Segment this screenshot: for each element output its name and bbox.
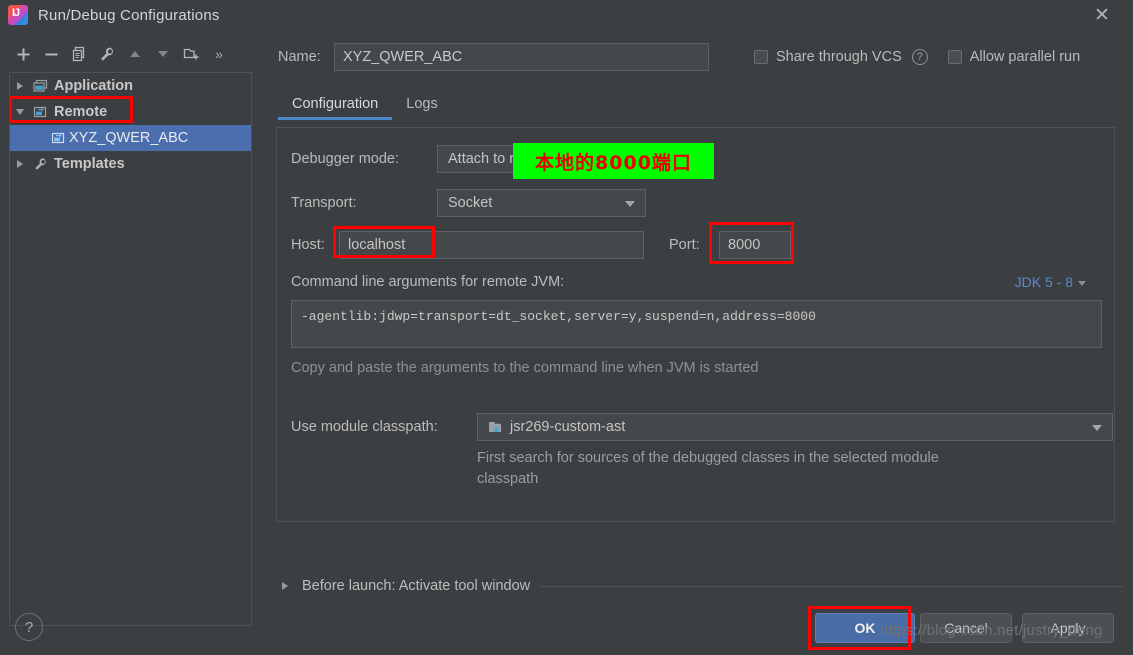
sidebar-item-label: Application [54, 78, 133, 94]
name-label: Name: [278, 49, 321, 65]
before-launch-label: Before launch: Activate tool window [302, 578, 531, 594]
transport-value: Socket [448, 195, 493, 211]
allow-parallel-run-checkbox[interactable] [947, 50, 962, 64]
wrench-icon [30, 157, 50, 171]
share-through-vcs-label: Share through VCS [776, 49, 902, 65]
module-classpath-select[interactable]: jsr269-custom-ast [477, 413, 1113, 441]
transport-select[interactable]: Socket [437, 189, 646, 217]
sidebar-item-label: Remote [54, 104, 108, 120]
port-input[interactable]: 8000 [719, 231, 791, 259]
sidebar-item-xyz-qwer-abc[interactable]: XYZ_QWER_ABC [10, 125, 251, 151]
name-row: Name: XYZ_QWER_ABC Share through VCS ? A… [278, 42, 1128, 72]
chevron-down-icon [1078, 280, 1086, 286]
module-classpath-description: First search for sources of the debugged… [477, 450, 939, 487]
port-value: 8000 [728, 237, 761, 253]
allow-parallel-run-label: Allow parallel run [969, 49, 1081, 65]
args-header-row: Command line arguments for remote JVM: J… [291, 274, 1102, 296]
tab-label: Logs [406, 96, 438, 112]
host-input[interactable]: localhost [339, 231, 644, 259]
triangle-right-icon[interactable] [10, 160, 30, 168]
args-hint-text: Copy and paste the arguments to the comm… [291, 360, 759, 376]
configurations-sidebar: » Application Remote XYZ_QWER_ABC Templa… [0, 30, 262, 626]
tab-label: Configuration [292, 96, 379, 112]
run-debug-configurations-dialog: IJ Run/Debug Configurations ✕ » Applicat… [0, 0, 1133, 655]
tab-configuration[interactable]: Configuration [278, 96, 393, 120]
sidebar-item-label: XYZ_QWER_ABC [69, 130, 189, 146]
debugger-mode-label: Debugger mode: [291, 151, 400, 167]
before-launch-divider [540, 585, 1123, 587]
configurations-tree[interactable]: Application Remote XYZ_QWER_ABC Template… [9, 72, 252, 626]
triangle-right-icon[interactable] [278, 582, 292, 590]
before-launch-section[interactable]: Before launch: Activate tool window [278, 578, 1123, 594]
help-button[interactable]: ? [15, 613, 43, 641]
chevron-down-icon [625, 201, 635, 207]
tab-logs[interactable]: Logs [392, 96, 451, 120]
command-line-arguments-textarea[interactable]: -agentlib:jdwp=transport=dt_socket,serve… [291, 300, 1102, 348]
arrow-down-icon[interactable] [150, 41, 176, 67]
host-value: localhost [348, 237, 406, 253]
share-through-vcs-checkbox[interactable] [754, 50, 768, 64]
logo-text: IJ [12, 7, 20, 19]
transport-row: Transport: Socket [291, 189, 646, 217]
annotation-note-local-port: 本地的8000端口 [513, 143, 714, 179]
intellij-logo-icon: IJ [8, 5, 28, 25]
chevron-down-icon [1092, 425, 1102, 431]
triangle-down-icon[interactable] [10, 109, 30, 115]
remote-icon [30, 105, 50, 119]
question-mark-icon[interactable]: ? [911, 49, 928, 65]
tab-bar: Configuration Logs [278, 88, 1128, 120]
watermark-text: https://blog.csdn.net/justry_deng [880, 622, 1103, 639]
args-label: Command line arguments for remote JVM: [291, 274, 565, 290]
jdk-version-selector[interactable]: JDK 5 - 8 [1015, 274, 1086, 290]
application-icon [30, 79, 50, 93]
transport-label: Transport: [291, 195, 357, 211]
command-line-arguments-value: -agentlib:jdwp=transport=dt_socket,serve… [301, 309, 816, 324]
ok-label: OK [854, 620, 876, 636]
arrow-up-icon[interactable] [122, 41, 148, 67]
configuration-content: Name: XYZ_QWER_ABC Share through VCS ? A… [262, 30, 1133, 625]
sidebar-item-application[interactable]: Application [10, 73, 251, 99]
chevron-double-right-icon[interactable]: » [206, 41, 232, 67]
module-classpath-label: Use module classpath: [291, 419, 438, 435]
name-input[interactable]: XYZ_QWER_ABC [334, 43, 709, 71]
help-label: ? [24, 618, 34, 636]
module-classpath-value: jsr269-custom-ast [510, 419, 626, 435]
close-icon[interactable]: ✕ [1089, 3, 1115, 27]
sidebar-toolbar: » [0, 38, 262, 70]
module-classpath-row: Use module classpath: jsr269-custom-ast [291, 413, 1113, 441]
copy-configuration-button[interactable] [66, 41, 92, 67]
host-port-row: Host: localhost Port: 8000 [291, 231, 791, 259]
sidebar-item-label: Templates [54, 156, 125, 172]
triangle-right-icon[interactable] [10, 82, 30, 90]
sidebar-item-templates[interactable]: Templates [10, 151, 251, 177]
allow-parallel-run-group[interactable]: Allow parallel run [947, 49, 1081, 65]
remote-icon [48, 131, 68, 145]
configuration-panel: Debugger mode: Attach to remote JVM Tran… [276, 127, 1115, 522]
folder-add-icon[interactable] [178, 41, 204, 67]
add-configuration-button[interactable] [10, 41, 36, 67]
jdk-version-label: JDK 5 - 8 [1014, 274, 1073, 290]
host-label: Host: [291, 237, 325, 253]
window-title: Run/Debug Configurations [38, 6, 220, 24]
wrench-icon[interactable] [94, 41, 120, 67]
remove-configuration-button[interactable] [38, 41, 64, 67]
module-folder-icon [488, 420, 504, 434]
window-titlebar: IJ Run/Debug Configurations [0, 0, 1133, 30]
port-label: Port: [669, 237, 700, 253]
share-through-vcs-group[interactable]: Share through VCS ? [754, 49, 928, 65]
sidebar-item-remote[interactable]: Remote [10, 99, 251, 125]
